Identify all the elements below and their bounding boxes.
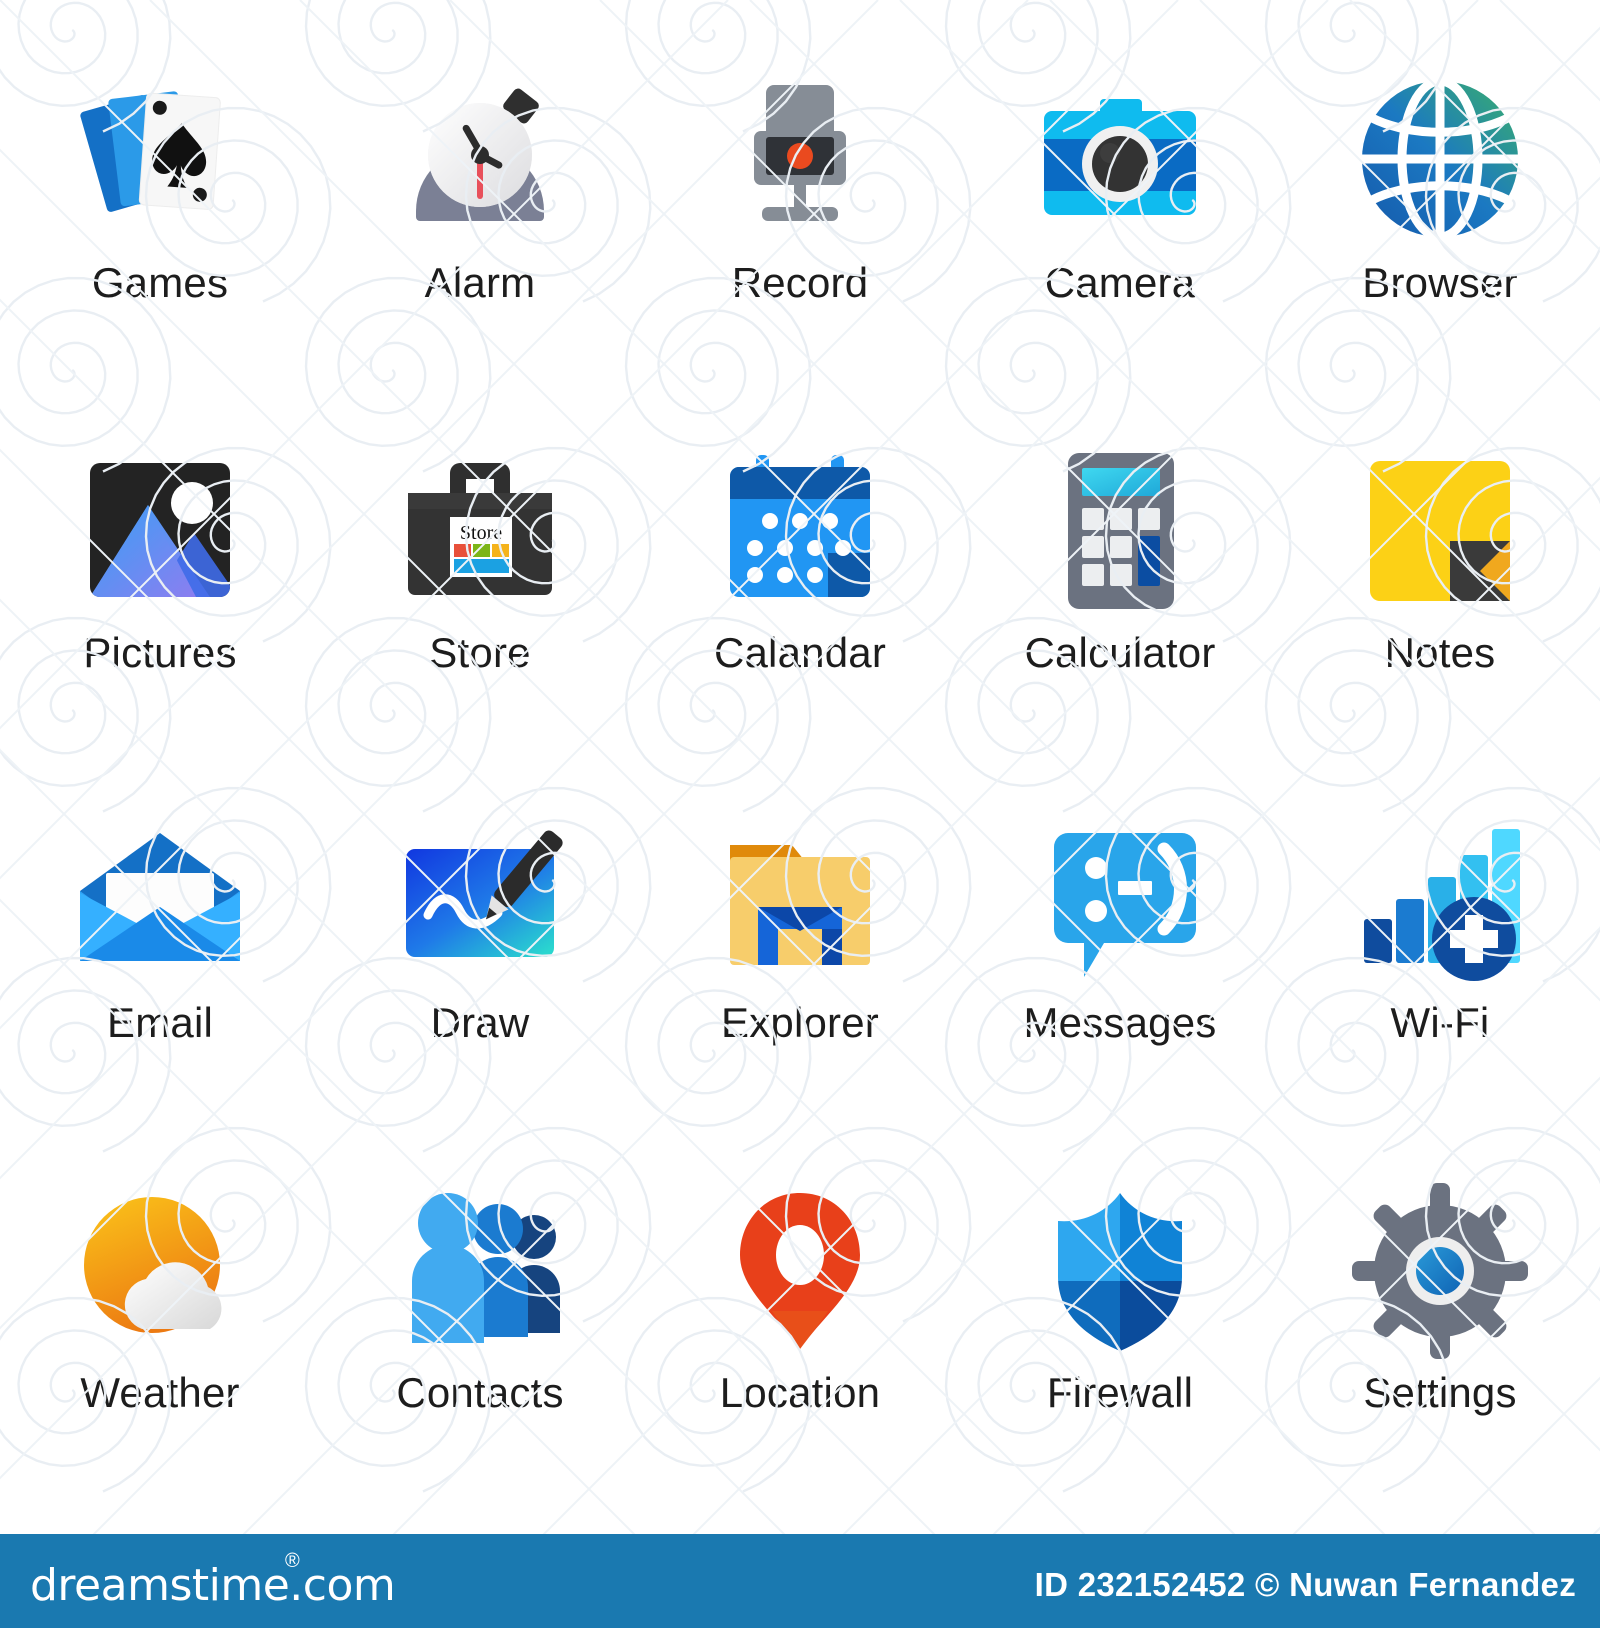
icon-cell-weather[interactable]: Weather <box>0 1110 320 1480</box>
camera-icon[interactable] <box>1025 66 1215 256</box>
sun-cloud-icon[interactable] <box>65 1176 255 1366</box>
shopping-bag-icon[interactable]: Store <box>385 436 575 626</box>
icon-cell-record[interactable]: Record <box>640 0 960 370</box>
chat-bubble-icon[interactable] <box>1025 806 1215 996</box>
icon-cell-games[interactable]: Games <box>0 0 320 370</box>
icon-label: Wi-Fi <box>1390 999 1490 1046</box>
icon-label: Store <box>429 629 531 676</box>
folder-icon[interactable] <box>705 806 895 996</box>
photo-icon[interactable] <box>65 436 255 626</box>
icon-cell-settings[interactable]: Settings <box>1280 1110 1600 1480</box>
signal-bars-plus-icon[interactable] <box>1345 806 1535 996</box>
icon-cell-draw[interactable]: Draw <box>320 740 640 1110</box>
people-group-icon[interactable] <box>385 1176 575 1366</box>
microphone-icon[interactable] <box>705 66 895 256</box>
icon-cell-calculator[interactable]: Calculator <box>960 370 1280 740</box>
dreamstime-logo: dreamstime.com <box>30 1560 396 1611</box>
icon-cell-browser[interactable]: Browser <box>1280 0 1600 370</box>
envelope-icon[interactable] <box>65 806 255 996</box>
registered-mark-icon: ® <box>285 1550 300 1572</box>
icon-label: Alarm <box>424 259 536 306</box>
icon-label: Browser <box>1362 259 1518 306</box>
icon-label: Location <box>719 1369 881 1416</box>
icon-cell-store[interactable]: Store Store <box>320 370 640 740</box>
icon-label: Firewall <box>1046 1369 1194 1416</box>
icon-cell-alarm[interactable]: Alarm <box>320 0 640 370</box>
icon-cell-pictures[interactable]: Pictures <box>0 370 320 740</box>
icon-cell-wifi[interactable]: Wi-Fi <box>1280 740 1600 1110</box>
icon-label: Pictures <box>83 629 237 676</box>
icon-label: Camera <box>1044 259 1196 306</box>
icon-cell-notes[interactable]: Notes <box>1280 370 1600 740</box>
shield-icon[interactable] <box>1025 1176 1215 1366</box>
icon-label: Weather <box>80 1369 240 1416</box>
icon-label: Calculator <box>1024 629 1216 676</box>
alarm-clock-icon[interactable] <box>385 66 575 256</box>
icon-cell-email[interactable]: Email <box>0 740 320 1110</box>
icon-label: Calandar <box>713 629 887 676</box>
icon-label: Notes <box>1384 629 1496 676</box>
sticky-note-icon[interactable] <box>1345 436 1535 626</box>
icon-cell-camera[interactable]: Camera <box>960 0 1280 370</box>
icon-cell-firewall[interactable]: Firewall <box>960 1110 1280 1480</box>
icon-label: Draw <box>430 999 530 1046</box>
icon-cell-messages[interactable]: Messages <box>960 740 1280 1110</box>
icon-cell-calendar[interactable]: Calandar <box>640 370 960 740</box>
playing-cards-icon[interactable] <box>65 66 255 256</box>
icon-cell-contacts[interactable]: Contacts <box>320 1110 640 1480</box>
icon-cell-location[interactable]: Location <box>640 1110 960 1480</box>
icon-label: Settings <box>1363 1369 1517 1416</box>
icon-label: Messages <box>1023 999 1217 1046</box>
icon-label: Games <box>91 259 229 306</box>
svg-text:Store: Store <box>460 522 502 544</box>
icon-grid: Games Alarm Record Camera Browser Pictur… <box>0 0 1600 1480</box>
image-credit: ID 232152452 © Nuwan Fernandez <box>1034 1566 1576 1603</box>
icon-label: Email <box>106 999 214 1046</box>
icon-label: Contacts <box>396 1369 564 1416</box>
map-pin-icon[interactable] <box>705 1176 895 1366</box>
footer-bar: dreamstime.com ® ID 232152452 © Nuwan Fe… <box>0 1534 1600 1628</box>
icon-label: Explorer <box>721 999 879 1046</box>
icon-label: Record <box>731 259 869 306</box>
icon-cell-explorer[interactable]: Explorer <box>640 740 960 1110</box>
calculator-icon[interactable] <box>1025 436 1215 626</box>
globe-icon[interactable] <box>1345 66 1535 256</box>
pen-tablet-icon[interactable] <box>385 806 575 996</box>
calendar-icon[interactable] <box>705 436 895 626</box>
gear-icon[interactable] <box>1345 1176 1535 1366</box>
